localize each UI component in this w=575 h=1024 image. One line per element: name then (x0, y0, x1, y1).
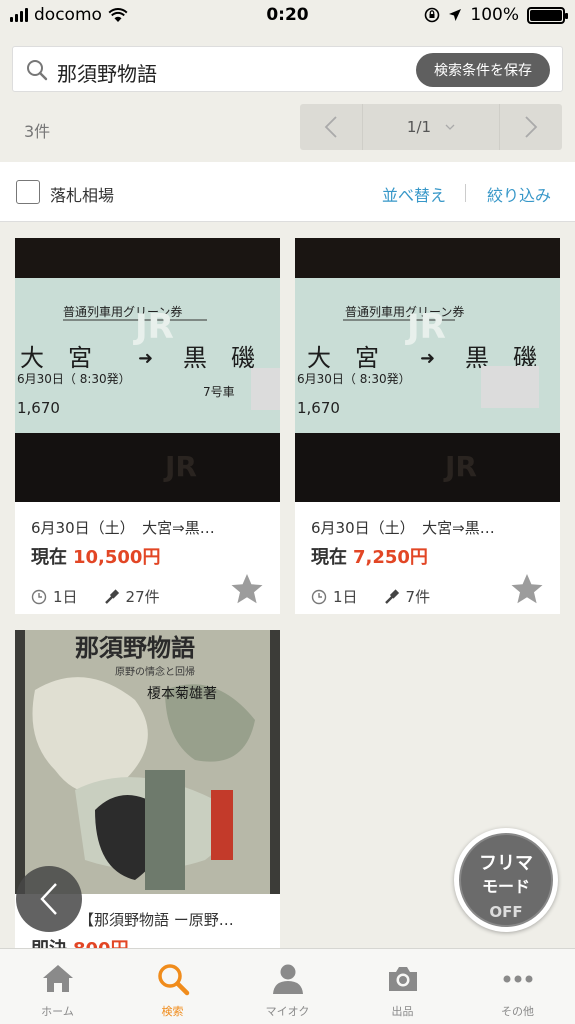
status-bar: docomo 0:20 100% (0, 0, 575, 34)
ticket-header: 普通列車用グリーン券 (345, 304, 464, 319)
tab-home[interactable]: ホーム (0, 949, 115, 1024)
svg-text:JR: JR (443, 450, 477, 483)
battery-percent: 100% (470, 5, 519, 25)
item-photo-ticket: 普通列車用グリーン券 JR 大 宮 ➜ 黒 磯 6月30日（ 8:30発） 1,… (295, 238, 560, 502)
item-meta: 1日 27件 (31, 586, 160, 607)
save-search-button[interactable]: 検索条件を保存 (416, 53, 550, 87)
next-page-button[interactable] (500, 104, 562, 150)
svg-text:➜: ➜ (420, 348, 435, 369)
star-icon[interactable] (510, 572, 544, 606)
person-icon (272, 964, 303, 994)
tab-label: 検索 (161, 1005, 184, 1018)
closed-auction-checkbox[interactable] (16, 180, 40, 204)
closed-auction-label[interactable]: 落札相場 (50, 182, 114, 206)
sort-link[interactable]: 並べ替え (382, 182, 446, 206)
search-query[interactable]: 那須野物語 (57, 58, 157, 87)
page-indicator: 1/1 (406, 118, 432, 136)
tab-search[interactable]: 検索 (115, 949, 230, 1024)
chevron-right-icon (525, 116, 538, 138)
filter-bar: 落札相場 並べ替え 絞り込み (0, 162, 575, 222)
ticket-date: 6月30日（ 8:30発） (17, 372, 131, 386)
time-left: 1日 (53, 588, 78, 606)
tab-my-auction[interactable]: マイオク (230, 949, 345, 1024)
gavel-icon (384, 588, 399, 604)
svg-text:➜: ➜ (138, 348, 153, 369)
tab-more[interactable]: その他 (460, 949, 575, 1024)
item-photo-ticket: 普通列車用グリーン券 JR 大 宮 ➜ 黒 磯 6月30日（ 8:30発） 7号… (15, 238, 280, 502)
filter-divider (465, 184, 466, 202)
item-price: 10,500円 (73, 547, 161, 568)
home-icon (42, 965, 73, 992)
item-price-row: 現在 7,250円 (311, 543, 428, 569)
chevron-down-icon (445, 124, 455, 130)
item-title[interactable]: 【那須野物語 ー原野… (79, 909, 269, 930)
item-card[interactable]: 普通列車用グリーン券 JR 大 宮 ➜ 黒 磯 6月30日（ 8:30発） 7号… (15, 238, 280, 614)
svg-text:JR: JR (163, 450, 197, 483)
item-price-row: 現在 10,500円 (31, 543, 160, 569)
ticket-to: 黒 磯 (183, 344, 255, 372)
ticket-from: 大 宮 (20, 344, 92, 372)
fleamarket-label-1: フリマ (479, 853, 533, 874)
item-title[interactable]: 6月30日（土） 大宮⇒黒… (311, 517, 551, 538)
tab-label: マイオク (265, 1005, 310, 1018)
search-icon (27, 60, 48, 81)
clock-icon (31, 589, 47, 604)
search-icon (157, 964, 189, 996)
ticket-fare: 1,670 (17, 399, 60, 417)
ticket-from: 大 宮 (307, 344, 379, 372)
location-icon (449, 9, 462, 21)
tab-bar: ホーム 検索 マイオク 出品 その他 (0, 948, 575, 1024)
time-left: 1日 (333, 588, 358, 606)
fleamarket-state: OFF (489, 903, 523, 921)
back-button[interactable] (16, 866, 82, 932)
svg-text:7号車: 7号車 (203, 385, 235, 399)
bid-count: 27件 (125, 588, 160, 606)
book-author: 榎本菊雄著 (147, 686, 217, 702)
price-label: 即決 (31, 939, 67, 948)
svg-text:JR: JR (405, 307, 446, 347)
fleamarket-label-2: モード (481, 877, 530, 896)
chevron-left-icon (40, 883, 57, 915)
result-count: 3件 (24, 122, 51, 141)
fleamarket-mode-inner: フリマ モード OFF (459, 833, 553, 927)
bid-count: 7件 (405, 588, 431, 606)
price-label: 現在 (311, 547, 347, 568)
book-subtitle: 原野の情念と回帰 (115, 665, 195, 678)
item-price: 800円 (73, 939, 129, 948)
pager: 1/1 (300, 104, 562, 150)
ticket-fare: 1,670 (297, 399, 340, 417)
item-price: 7,250円 (353, 547, 428, 568)
more-icon (503, 975, 532, 983)
star-icon[interactable] (230, 572, 264, 606)
item-card[interactable]: 普通列車用グリーン券 JR 大 宮 ➜ 黒 磯 6月30日（ 8:30発） 1,… (295, 238, 560, 614)
tab-label: ホーム (41, 1005, 74, 1018)
price-label: 現在 (31, 547, 67, 568)
item-title[interactable]: 6月30日（土） 大宮⇒黒… (31, 517, 271, 538)
battery-icon (527, 6, 568, 24)
status-right: 100% (424, 5, 568, 25)
item-meta: 1日 7件 (311, 586, 430, 607)
ticket-date: 6月30日（ 8:30発） (297, 372, 411, 386)
prev-page-button[interactable] (300, 104, 362, 150)
search-box[interactable]: 那須野物語 検索条件を保存 (12, 46, 563, 92)
item-price-row: 即決 800円 (31, 935, 129, 948)
narrow-down-link[interactable]: 絞り込み (487, 182, 551, 206)
fleamarket-mode-toggle[interactable]: フリマ モード OFF (454, 828, 558, 932)
rotation-lock-icon (425, 7, 440, 23)
page-select[interactable]: 1/1 (362, 104, 500, 150)
clock-icon (311, 589, 327, 604)
item-photo-book: 那須野物語 原野の情念と回帰 榎本菊雄著 (15, 630, 280, 894)
book-title: 那須野物語 (75, 633, 195, 662)
tab-label: 出品 (391, 1005, 414, 1018)
camera-icon (388, 967, 417, 991)
tab-sell[interactable]: 出品 (345, 949, 460, 1024)
svg-text:JR: JR (133, 307, 174, 347)
tab-label: その他 (501, 1005, 534, 1018)
gavel-icon (104, 588, 119, 604)
chevron-left-icon (324, 116, 337, 138)
